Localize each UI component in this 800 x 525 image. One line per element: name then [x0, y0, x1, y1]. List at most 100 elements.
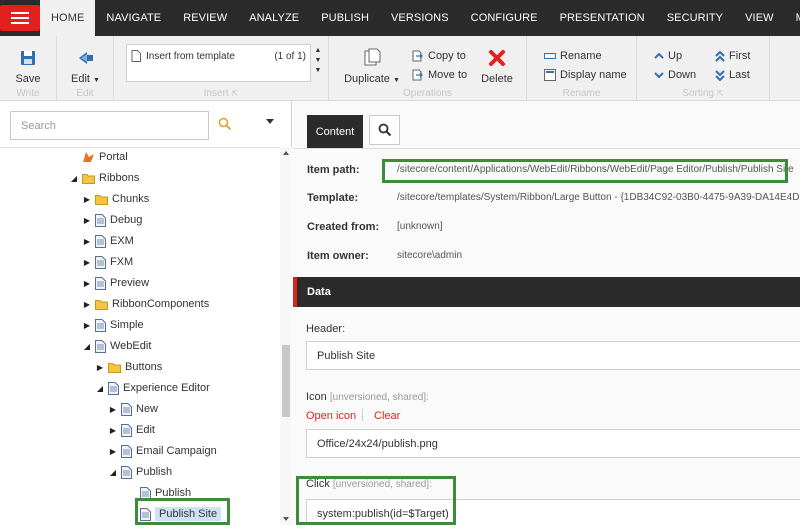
expand-arrow-icon[interactable]: ▶ [109, 405, 117, 414]
tab-my-toolbar[interactable]: MY TOOLBAR [785, 0, 800, 36]
tree-item[interactable]: ▶ FXM [83, 253, 133, 271]
tab-presentation[interactable]: PRESENTATION [549, 0, 656, 36]
document-icon [108, 381, 119, 395]
group-label-rename: Rename [562, 88, 601, 99]
icon-field-label: Icon [unversioned, shared]: [306, 391, 429, 403]
collapse-arrow-icon[interactable]: ◢ [109, 468, 117, 477]
dialog-launcher-icon[interactable]: ⇱ [232, 89, 239, 98]
gallery-more-icon[interactable]: ▼ [315, 66, 322, 76]
first-button[interactable]: First [715, 50, 750, 62]
scrollbar-thumb[interactable] [282, 345, 290, 417]
gallery-up-icon[interactable]: ▲ [315, 46, 322, 56]
tab-analyze[interactable]: ANALYZE [238, 0, 310, 36]
search-icon[interactable] [218, 117, 232, 131]
up-button[interactable]: Up [654, 50, 682, 62]
header-field[interactable]: Publish Site [306, 341, 800, 370]
tab-versions[interactable]: VERSIONS [380, 0, 460, 36]
expand-arrow-icon[interactable]: ▶ [83, 237, 91, 246]
open-icon-link[interactable]: Open icon [306, 410, 356, 422]
expand-arrow-icon[interactable]: ▶ [83, 195, 91, 204]
tab-home[interactable]: HOME [40, 0, 96, 36]
ribbon-group-operations: Duplicate ▼ Copy to Move to Delete Opera… [329, 36, 527, 101]
tree-item[interactable]: ▶ New [109, 400, 158, 418]
edit-button[interactable]: Edit ▼ [57, 46, 114, 85]
tree-item[interactable]: Publish Site [128, 505, 222, 523]
gallery-scroll[interactable]: ▲ ▼ ▼ [312, 46, 324, 76]
tab-view[interactable]: VIEW [734, 0, 785, 36]
item-owner-value: sitecore\admin [397, 250, 463, 261]
tab-configure[interactable]: CONFIGURE [460, 0, 549, 36]
down-button[interactable]: Down [654, 69, 696, 81]
tree-item-label: Debug [110, 214, 143, 226]
move-to-button[interactable]: Move to [412, 69, 467, 81]
expand-arrow-icon[interactable]: ▶ [83, 216, 91, 225]
expand-arrow-icon[interactable]: ▶ [109, 426, 117, 435]
last-button[interactable]: Last [715, 69, 750, 81]
search-tab-button[interactable] [369, 115, 400, 145]
collapse-arrow-icon[interactable]: ◢ [70, 174, 78, 183]
tree-item[interactable]: Portal [70, 148, 128, 166]
document-icon [95, 339, 106, 353]
icon-field[interactable]: Office/24x24/publish.png [306, 429, 800, 458]
tree-item[interactable]: ◢ Publish [109, 463, 172, 481]
gallery-down-icon[interactable]: ▼ [315, 56, 322, 66]
document-icon [140, 507, 151, 521]
tree-item[interactable]: ◢ Ribbons [70, 169, 139, 187]
tree-item[interactable]: ▶ Buttons [96, 358, 162, 376]
folder-icon [95, 194, 108, 205]
copy-to-button[interactable]: Copy to [412, 50, 466, 62]
dialog-launcher-icon[interactable]: ⇱ [717, 89, 724, 98]
tab-security[interactable]: SECURITY [656, 0, 734, 36]
tree-item[interactable]: ▶ Email Campaign [109, 442, 217, 460]
save-button[interactable]: Save [0, 46, 56, 85]
tree-scrollbar[interactable] [280, 147, 292, 525]
tab-content[interactable]: Content [307, 115, 363, 148]
document-icon [121, 465, 132, 479]
double-chevron-down-icon [715, 69, 725, 81]
tree-item-label: New [136, 403, 159, 415]
click-field[interactable]: system:publish(id=$Target) [306, 499, 800, 525]
tab-publish[interactable]: PUBLISH [310, 0, 380, 36]
edit-icon [57, 46, 114, 70]
rename-button[interactable]: Rename [544, 50, 602, 62]
expand-arrow-icon[interactable]: ▶ [83, 300, 91, 309]
tree-item[interactable]: Publish [128, 484, 191, 502]
collapse-arrow-icon[interactable]: ◢ [96, 384, 104, 393]
insert-from-template-item[interactable]: Insert from template [131, 50, 235, 62]
tree-item[interactable]: ▶ Simple [83, 316, 144, 334]
scroll-down-icon[interactable] [283, 517, 289, 521]
section-data[interactable]: Data [293, 277, 800, 307]
collapse-arrow-icon[interactable]: ◢ [83, 342, 91, 351]
delete-label: Delete [481, 73, 513, 85]
tab-navigate[interactable]: NAVIGATE [95, 0, 172, 36]
expand-arrow-icon[interactable]: ▶ [83, 321, 91, 330]
display-name-button[interactable]: Display name [544, 69, 627, 81]
tree-item[interactable]: ▶ Chunks [83, 190, 149, 208]
tree-item[interactable]: ▶ EXM [83, 232, 134, 250]
expand-arrow-icon[interactable]: ▶ [109, 447, 117, 456]
tree-item[interactable]: ▶ Debug [83, 211, 142, 229]
template-value[interactable]: /sitecore/templates/System/Ribbon/Large … [397, 192, 800, 203]
expand-arrow-icon[interactable]: ▶ [83, 279, 91, 288]
tree-item[interactable]: ▶ Edit [109, 421, 155, 439]
insert-gallery[interactable]: Insert from template (1 of 1) [126, 44, 311, 82]
expand-arrow-icon[interactable]: ▶ [96, 363, 104, 372]
tree-item[interactable]: ▶ RibbonComponents [83, 295, 209, 313]
scroll-up-icon[interactable] [283, 151, 289, 155]
double-chevron-up-icon [715, 50, 725, 62]
tree-item[interactable]: ▶ Preview [83, 274, 149, 292]
save-icon [0, 46, 56, 70]
search-options-dropdown-icon[interactable] [266, 119, 274, 124]
tree-item[interactable]: ◢ Experience Editor [96, 379, 210, 397]
expand-arrow-icon[interactable]: ▶ [83, 258, 91, 267]
edit-label: Edit ▼ [71, 73, 100, 85]
group-label-sorting: Sorting ⇱ [682, 88, 724, 99]
tree-item[interactable]: ◢ WebEdit [83, 337, 151, 355]
portal-icon [82, 151, 95, 163]
tab-review[interactable]: REVIEW [172, 0, 238, 36]
menu-button[interactable] [0, 0, 40, 36]
clear-link[interactable]: Clear [374, 410, 400, 422]
tree-search-input[interactable]: Search [10, 111, 209, 140]
duplicate-button[interactable]: Duplicate ▼ [337, 46, 407, 85]
delete-button[interactable]: Delete [477, 46, 517, 85]
